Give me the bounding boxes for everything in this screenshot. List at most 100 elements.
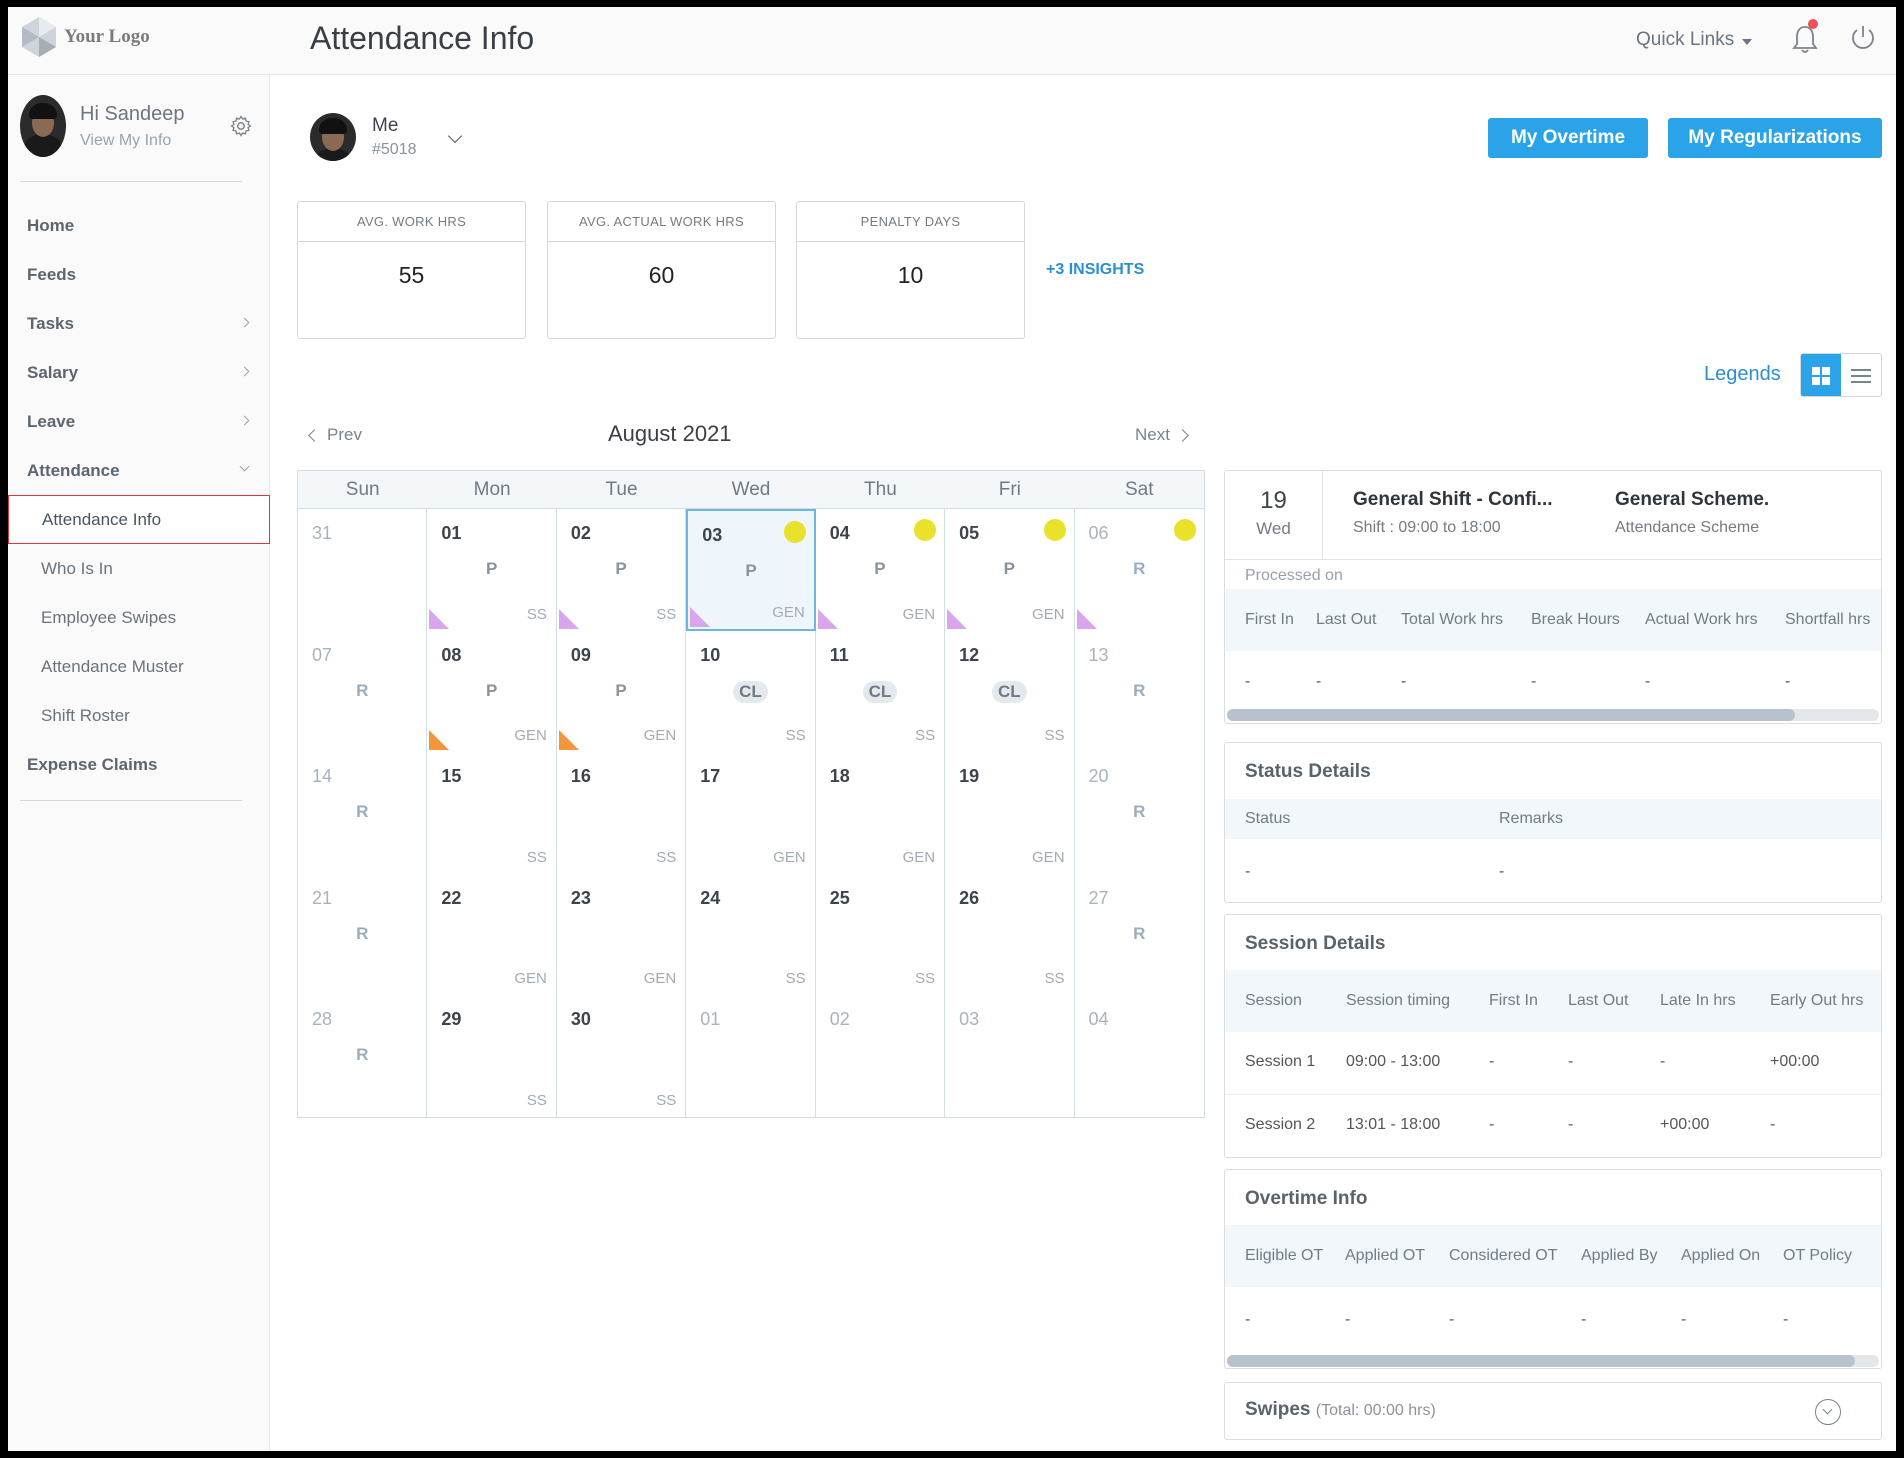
sidebar-item-home[interactable]: Home bbox=[8, 201, 270, 250]
sidebar-subitem-who-is-in[interactable]: Who Is In bbox=[8, 544, 270, 593]
shift-code: SS bbox=[656, 605, 677, 623]
legends-link[interactable]: Legends bbox=[1704, 363, 1781, 386]
panel-title: Swipes (Total: 00:00 hrs) bbox=[1245, 1399, 1436, 1420]
table-cell: - bbox=[1770, 1116, 1776, 1133]
calendar-day-cell[interactable]: 01 P SS bbox=[427, 509, 557, 631]
calendar-day-cell[interactable]: 20 R bbox=[1074, 752, 1204, 874]
shift-code: GEN bbox=[1032, 848, 1065, 866]
attendance-dot-icon bbox=[1173, 519, 1196, 541]
calendar-day-cell[interactable]: 14 R bbox=[298, 752, 428, 874]
gear-icon[interactable] bbox=[230, 115, 252, 137]
grid-view-button[interactable] bbox=[1801, 354, 1841, 396]
horizontal-scrollbar[interactable] bbox=[1227, 1355, 1879, 1367]
day-status: CL bbox=[816, 680, 944, 703]
calendar-day-cell[interactable]: 26 SS bbox=[945, 873, 1075, 995]
column-header: Total Work hrs bbox=[1401, 611, 1503, 628]
view-my-info-link[interactable]: View My Info bbox=[80, 132, 185, 150]
table-cell: Session 2 bbox=[1245, 1116, 1316, 1133]
day-number: 20 bbox=[1088, 766, 1109, 786]
calendar-day-cell[interactable]: 07 R bbox=[298, 630, 428, 752]
calendar-day-cell[interactable]: 25 SS bbox=[815, 873, 946, 995]
my-overtime-button[interactable]: My Overtime bbox=[1488, 118, 1648, 158]
next-month-button[interactable]: Next bbox=[1135, 425, 1189, 445]
day-status: R bbox=[356, 680, 369, 700]
table-cell: - bbox=[1568, 1053, 1574, 1070]
day-number: 29 bbox=[441, 1009, 462, 1029]
swipes-panel[interactable]: Swipes (Total: 00:00 hrs) bbox=[1224, 1382, 1882, 1440]
calendar-day-cell[interactable]: 24 SS bbox=[686, 873, 816, 995]
stat-card-avg-work-hrs: AVG. WORK HRS 55 bbox=[297, 201, 526, 339]
calendar-day-cell[interactable]: 10 CL SS bbox=[686, 630, 816, 752]
sidebar-subitem-shift-roster[interactable]: Shift Roster bbox=[8, 691, 270, 740]
my-regularizations-button[interactable]: My Regularizations bbox=[1668, 118, 1882, 158]
calendar-day-cell[interactable]: 04 P GEN bbox=[815, 509, 946, 631]
user-profile[interactable]: Hi Sandeep View My Info bbox=[20, 95, 185, 157]
calendar-day-cell[interactable]: 03 P GEN bbox=[686, 509, 816, 631]
sidebar-item-leave[interactable]: Leave bbox=[8, 397, 270, 446]
processed-on-label: Processed on bbox=[1245, 567, 1343, 584]
calendar-day-cell[interactable]: 11 CL SS bbox=[815, 630, 946, 752]
calendar-day-cell[interactable]: 21 R bbox=[298, 873, 428, 995]
calendar-day-cell[interactable]: 05 P GEN bbox=[945, 509, 1075, 631]
calendar-day-cell[interactable]: 31 bbox=[298, 509, 428, 631]
day-number: 30 bbox=[570, 1009, 591, 1029]
calendar-day-cell[interactable]: 02 P SS bbox=[556, 509, 687, 631]
insights-link[interactable]: +3 INSIGHTS bbox=[1046, 261, 1144, 279]
sidebar-subitem-employee-swipes[interactable]: Employee Swipes bbox=[8, 593, 270, 642]
day-number: 08 bbox=[441, 644, 462, 665]
table-cell: - bbox=[1531, 673, 1537, 690]
chevron-right-icon bbox=[239, 317, 250, 328]
column-header: OT Policy bbox=[1783, 1247, 1853, 1264]
shift-code: SS bbox=[1044, 727, 1065, 744]
calendar-day-cell[interactable]: 12 CL SS bbox=[945, 630, 1075, 752]
quick-links-dropdown[interactable]: Quick Links bbox=[1636, 29, 1753, 51]
sidebar-item-expense-claims[interactable]: Expense Claims bbox=[8, 740, 270, 789]
calendar-day-cell[interactable]: 06 R bbox=[1074, 509, 1204, 631]
sidebar-item-salary[interactable]: Salary bbox=[8, 348, 270, 397]
stat-card-avg-actual-work-hrs: AVG. ACTUAL WORK HRS 60 bbox=[547, 201, 776, 339]
calendar-day-cell[interactable]: 19 GEN bbox=[945, 752, 1075, 874]
sidebar-subitem-attendance-muster[interactable]: Attendance Muster bbox=[8, 642, 270, 691]
calendar-day-cell[interactable]: 13 R bbox=[1074, 630, 1204, 752]
calendar-day-cell[interactable]: 09 P GEN bbox=[556, 630, 687, 752]
weekday-label: Sun bbox=[345, 479, 380, 500]
page-title: Attendance Info bbox=[310, 20, 535, 56]
list-view-button[interactable] bbox=[1841, 354, 1881, 396]
sidebar: Hi Sandeep View My Info Home Feeds Tasks… bbox=[8, 75, 270, 1451]
sidebar-nav: Home Feeds Tasks Salary Leave Attendance… bbox=[8, 201, 270, 789]
employee-selector[interactable]: Me #5018 bbox=[310, 113, 417, 161]
prev-month-button[interactable]: Prev bbox=[308, 425, 362, 445]
sidebar-item-attendance[interactable]: Attendance bbox=[8, 446, 270, 495]
logo[interactable]: Your Logo bbox=[20, 15, 150, 59]
weekday-label: Thu bbox=[864, 479, 897, 500]
grid-icon bbox=[1812, 367, 1830, 385]
calendar-day-cell[interactable]: 08 P GEN bbox=[427, 630, 557, 752]
chevron-down-icon[interactable] bbox=[447, 128, 463, 144]
calendar-day-cell[interactable]: 22 GEN bbox=[427, 873, 557, 995]
calendar-day-cell[interactable]: 15 SS bbox=[427, 752, 557, 874]
sidebar-item-feeds[interactable]: Feeds bbox=[8, 250, 270, 299]
calendar-day-cell[interactable]: 04 bbox=[1074, 995, 1204, 1117]
horizontal-scrollbar[interactable] bbox=[1227, 709, 1879, 721]
sidebar-subitem-attendance-info[interactable]: Attendance Info bbox=[8, 495, 270, 544]
calendar-day-cell[interactable]: 27 R bbox=[1074, 873, 1204, 995]
calendar-day-cell[interactable]: 30 SS bbox=[556, 995, 687, 1117]
calendar-day-cell[interactable]: 01 bbox=[686, 995, 816, 1117]
calendar-day-cell[interactable]: 16 SS bbox=[556, 752, 687, 874]
calendar-day-cell[interactable]: 17 GEN bbox=[686, 752, 816, 874]
calendar-day-cell[interactable]: 23 GEN bbox=[556, 873, 687, 995]
calendar-day-cell[interactable]: 18 GEN bbox=[815, 752, 946, 874]
calendar-day-cell[interactable]: 28 R bbox=[298, 995, 428, 1117]
stat-label: AVG. WORK HRS bbox=[298, 202, 525, 242]
panel-title: Session Details bbox=[1245, 933, 1386, 954]
day-status: R bbox=[356, 802, 369, 821]
day-number: 31 bbox=[312, 523, 333, 543]
calendar-day-cell[interactable]: 02 bbox=[815, 995, 946, 1117]
sidebar-item-tasks[interactable]: Tasks bbox=[8, 299, 270, 348]
expand-chevron-icon[interactable] bbox=[1815, 1399, 1841, 1425]
calendar-day-cell[interactable]: 03 bbox=[945, 995, 1075, 1117]
power-icon[interactable] bbox=[1848, 23, 1878, 53]
calendar-day-cell[interactable]: 29 SS bbox=[427, 995, 557, 1117]
selected-day: 19 Wed bbox=[1225, 471, 1323, 559]
table-cell: - bbox=[1245, 1311, 1251, 1328]
